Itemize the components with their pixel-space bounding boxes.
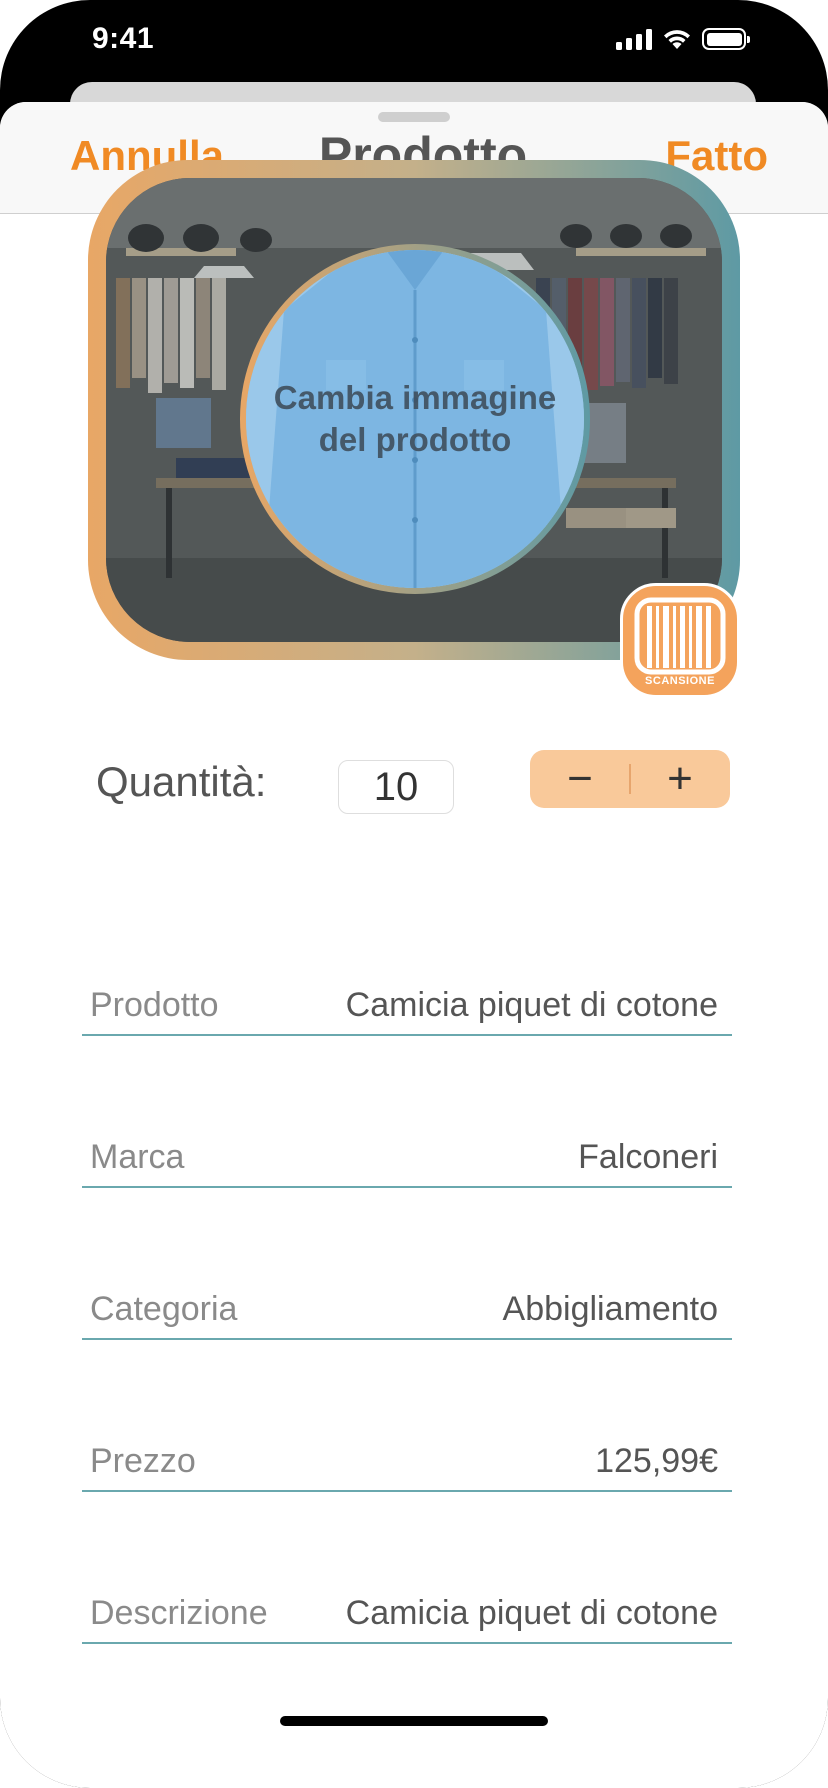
device-frame: 9:41 Annulla Prodotto Fatto Cambia immag… xyxy=(0,0,828,1788)
status-icons xyxy=(616,28,750,50)
field-label: Marca xyxy=(90,1138,185,1176)
decrement-button[interactable]: − xyxy=(530,750,630,808)
field-label: Prezzo xyxy=(90,1442,196,1480)
stepper-divider xyxy=(629,764,631,794)
field-value: Camicia piquet di cotone xyxy=(345,1594,718,1632)
quantity-stepper: − + xyxy=(530,750,730,808)
field-value: Abbigliamento xyxy=(502,1290,718,1328)
field-label: Prodotto xyxy=(90,986,219,1024)
status-time: 9:41 xyxy=(92,22,155,55)
field-value: Falconeri xyxy=(578,1138,718,1176)
field-label: Categoria xyxy=(90,1290,238,1328)
quantity-field[interactable]: 10 xyxy=(338,760,454,814)
brand-field[interactable]: Marca Falconeri xyxy=(82,1138,732,1188)
field-value: Camicia piquet di cotone xyxy=(345,986,718,1024)
field-value: 125,99€ xyxy=(595,1442,718,1480)
barcode-icon xyxy=(634,597,726,675)
change-image-label: Cambia immagine del prodotto xyxy=(273,379,557,458)
wifi-icon xyxy=(664,30,690,49)
increment-button[interactable]: + xyxy=(630,750,730,808)
battery-icon xyxy=(702,28,750,50)
description-field[interactable]: Descrizione Camicia piquet di cotone xyxy=(82,1594,732,1644)
field-label: Descrizione xyxy=(90,1594,268,1632)
cellular-signal-icon xyxy=(616,28,652,50)
scan-label: SCANSIONE xyxy=(645,675,715,687)
category-field[interactable]: Categoria Abbigliamento xyxy=(82,1290,732,1340)
product-name-field[interactable]: Prodotto Camicia piquet di cotone xyxy=(82,986,732,1036)
product-image-preview: Cambia immagine del prodotto xyxy=(246,250,584,588)
quantity-label: Quantità: xyxy=(96,758,267,805)
change-image-button[interactable]: Cambia immagine del prodotto xyxy=(240,244,590,594)
sheet-grabber[interactable] xyxy=(378,112,450,122)
status-bar: 9:41 xyxy=(0,0,828,84)
price-field[interactable]: Prezzo 125,99€ xyxy=(82,1442,732,1492)
home-indicator[interactable] xyxy=(280,1716,548,1726)
scan-barcode-button[interactable]: SCANSIONE xyxy=(620,583,740,698)
